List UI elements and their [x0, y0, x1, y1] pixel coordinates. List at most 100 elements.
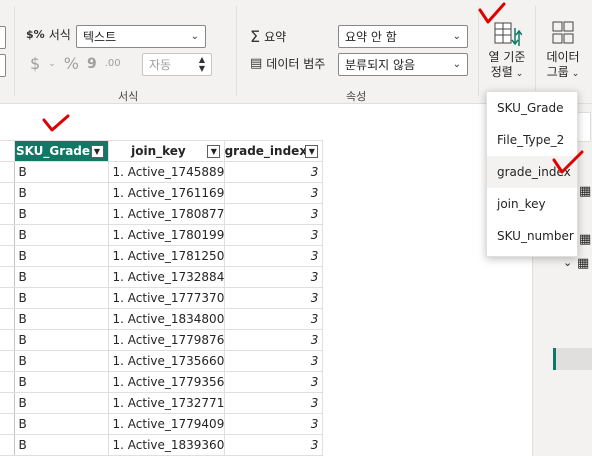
row-header-corner: [0, 140, 15, 162]
format-dollar-icon: $%: [26, 28, 45, 41]
currency-button[interactable]: $: [30, 54, 40, 73]
filter-dropdown-icon[interactable]: ▼: [90, 145, 104, 158]
cell-sku-grade[interactable]: B: [14, 329, 109, 351]
group-separator: [535, 6, 536, 96]
data-category-dropdown[interactable]: 분류되지 않음 ⌄: [338, 53, 468, 76]
cell-join-key[interactable]: 1. Active_1781250: [108, 245, 226, 267]
percent-button[interactable]: %: [64, 54, 79, 73]
data-category-value: 분류되지 않음: [345, 58, 416, 72]
table-header-row: SKU_Grade ▼ join_key ▼ grade_index ▼: [0, 140, 324, 162]
chevron-down-icon: ⌄: [452, 59, 461, 70]
decimal-places-spinner[interactable]: 자동 ▲ ▼: [142, 53, 212, 76]
chevron-down-icon: ⌄: [452, 31, 461, 42]
cell-grade-index[interactable]: 3: [224, 203, 324, 225]
selected-field-item[interactable]: [553, 348, 592, 370]
cell-sku-grade[interactable]: B: [14, 392, 109, 414]
cell-sku-grade[interactable]: B: [14, 245, 109, 267]
filter-dropdown-icon[interactable]: ▼: [207, 145, 221, 158]
row-header[interactable]: [0, 182, 15, 204]
cell-join-key[interactable]: 1. Active_1779409: [108, 413, 226, 435]
cell-grade-index[interactable]: 3: [224, 182, 324, 204]
row-header[interactable]: [0, 329, 15, 351]
cell-join-key[interactable]: 1. Active_1779876: [108, 329, 226, 351]
row-header[interactable]: [0, 350, 15, 372]
annotation-check-mark: [552, 150, 584, 174]
summarize-dropdown[interactable]: 요약 안 함 ⌄: [338, 25, 468, 48]
row-header[interactable]: [0, 245, 15, 267]
cell-sku-grade[interactable]: B: [14, 371, 109, 393]
row-header[interactable]: [0, 434, 15, 456]
cell-grade-index[interactable]: 3: [224, 371, 324, 393]
cell-sku-grade[interactable]: B: [14, 350, 109, 372]
properties-group-label: 속성: [346, 90, 367, 103]
cell-sku-grade[interactable]: B: [14, 413, 109, 435]
cell-sku-grade[interactable]: B: [14, 182, 109, 204]
cell-join-key[interactable]: 1. Active_1780877: [108, 203, 226, 225]
row-header[interactable]: [0, 266, 15, 288]
table-row: B 1. Active_1780877 3: [0, 203, 324, 225]
cell-sku-grade[interactable]: B: [14, 224, 109, 246]
cell-grade-index[interactable]: 3: [224, 392, 324, 414]
cell-grade-index[interactable]: 3: [224, 413, 324, 435]
cell-join-key[interactable]: 1. Active_1780199: [108, 224, 226, 246]
cell-sku-grade[interactable]: B: [14, 287, 109, 309]
spinner-up-icon[interactable]: ▲: [199, 55, 205, 64]
cell-grade-index[interactable]: 3: [224, 161, 324, 183]
group-separator: [236, 6, 237, 96]
cell-sku-grade[interactable]: B: [14, 203, 109, 225]
row-header[interactable]: [0, 308, 15, 330]
decimal-places-button[interactable]: .00: [105, 58, 121, 69]
cell-sku-grade[interactable]: B: [14, 308, 109, 330]
row-header[interactable]: [0, 203, 15, 225]
row-header[interactable]: [0, 392, 15, 414]
column-header-grade-index[interactable]: grade_index ▼: [225, 140, 324, 162]
row-header[interactable]: [0, 371, 15, 393]
annotation-check-mark: [478, 2, 506, 24]
cell-grade-index[interactable]: 3: [224, 434, 324, 456]
cell-join-key[interactable]: 1. Active_1732771: [108, 392, 226, 414]
table-row: B 1. Active_1745889 3: [0, 161, 324, 183]
cell-sku-grade[interactable]: B: [14, 161, 109, 183]
left-cut-dropdown-2[interactable]: [0, 54, 6, 77]
left-cut-dropdown[interactable]: [0, 26, 6, 49]
chevron-down-icon[interactable]: ⌄: [563, 256, 572, 269]
chevron-down-icon: ⌄: [190, 31, 199, 42]
spinner-down-icon[interactable]: ▼: [199, 64, 205, 73]
cell-join-key[interactable]: 1. Active_1834800: [108, 308, 226, 330]
row-header[interactable]: [0, 413, 15, 435]
cell-grade-index[interactable]: 3: [224, 224, 324, 246]
cell-grade-index[interactable]: 3: [224, 329, 324, 351]
cell-join-key[interactable]: 1. Active_1777370: [108, 287, 226, 309]
data-groups-button[interactable]: 데이터 그룹 ⌄: [540, 16, 586, 86]
cell-grade-index[interactable]: 3: [224, 350, 324, 372]
data-category-icon: ▤: [250, 56, 263, 71]
cell-join-key[interactable]: 1. Active_1839360: [108, 434, 226, 456]
cell-grade-index[interactable]: 3: [224, 287, 324, 309]
comma-button[interactable]: 9: [87, 56, 97, 72]
cell-join-key[interactable]: 1. Active_1735660: [108, 350, 226, 372]
format-dropdown[interactable]: 텍스트 ⌄: [76, 25, 206, 48]
menu-item-sku-grade[interactable]: SKU_Grade: [487, 92, 577, 124]
row-header[interactable]: [0, 161, 15, 183]
menu-item-join-key[interactable]: join_key: [487, 188, 577, 220]
cell-join-key[interactable]: 1. Active_1732884: [108, 266, 226, 288]
summarize-label: 요약: [264, 30, 287, 44]
number-format-buttons: $ ⌄ % 9 .00: [30, 54, 121, 73]
cell-join-key[interactable]: 1. Active_1761169: [108, 182, 226, 204]
cell-sku-grade[interactable]: B: [14, 266, 109, 288]
cell-grade-index[interactable]: 3: [224, 308, 324, 330]
cell-grade-index[interactable]: 3: [224, 245, 324, 267]
column-header-sku-grade[interactable]: SKU_Grade ▼: [14, 140, 109, 162]
cell-sku-grade[interactable]: B: [14, 434, 109, 456]
row-header[interactable]: [0, 224, 15, 246]
menu-item-sku-number[interactable]: SKU_number: [487, 220, 577, 252]
cell-join-key[interactable]: 1. Active_1745889: [108, 161, 226, 183]
row-header[interactable]: [0, 287, 15, 309]
cell-grade-index[interactable]: 3: [224, 266, 324, 288]
decimal-value: 자동: [149, 58, 172, 72]
filter-dropdown-icon[interactable]: ▼: [305, 145, 319, 158]
data-category-caption: ▤ 데이터 범주: [250, 55, 325, 72]
column-header-join-key[interactable]: join_key ▼: [108, 140, 226, 162]
cell-join-key[interactable]: 1. Active_1779356: [108, 371, 226, 393]
table-row: B 1. Active_1779409 3: [0, 413, 324, 435]
